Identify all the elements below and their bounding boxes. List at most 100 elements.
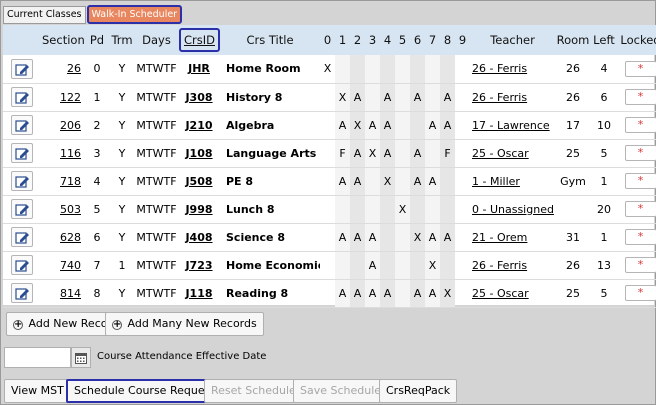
edit-icon	[15, 288, 29, 300]
section-link[interactable]: 740	[41, 251, 85, 280]
edit-icon	[15, 120, 29, 132]
section-link[interactable]: 718	[41, 167, 85, 196]
teacher-link[interactable]: 26 - Ferris	[470, 83, 555, 112]
edit-row-button[interactable]	[11, 283, 33, 303]
col-days[interactable]: Days	[135, 25, 178, 55]
col-room[interactable]: Room	[555, 25, 591, 55]
locked-toggle-button[interactable]: *	[624, 257, 656, 273]
table-row: 628 6 Y MTWTF J408 Science 8 A A A X A A 21 - Orem 31…	[3, 223, 656, 252]
view-mst-button[interactable]: View MST	[4, 379, 71, 403]
section-link[interactable]: 503	[41, 195, 85, 224]
seats-left-value: 13	[591, 251, 617, 280]
period-cell-4: A	[380, 279, 395, 308]
effective-date-input[interactable]	[4, 347, 71, 368]
locked-cell: *	[617, 167, 656, 196]
course-id-link[interactable]: J508	[178, 167, 220, 196]
course-id-link[interactable]: J210	[178, 111, 220, 140]
edit-row-button[interactable]	[11, 255, 33, 275]
locked-toggle-button[interactable]: *	[624, 201, 656, 217]
term-value: 1	[109, 251, 135, 280]
section-link[interactable]: 814	[41, 279, 85, 308]
section-link[interactable]: 206	[41, 111, 85, 140]
days-value: MTWTF	[135, 55, 178, 84]
table-row: 206 2 Y MTWTF J210 Algebra A X A A A A 17 - Lawrence…	[3, 111, 656, 140]
locked-toggle-button[interactable]: *	[624, 173, 656, 189]
edit-row-button[interactable]	[11, 87, 33, 107]
table-body: 26 0 Y MTWTF JHR Home Room X 26 - Ferris 26 4 * 122…	[3, 55, 656, 308]
teacher-link[interactable]: 26 - Ferris	[470, 55, 555, 84]
col-teacher[interactable]: Teacher	[470, 25, 555, 55]
room-value: 26	[555, 251, 591, 280]
col-locked[interactable]: Locked	[617, 25, 656, 55]
col-crsid-label[interactable]: CrsID	[179, 28, 220, 52]
app-frame: Current Classes Walk-In Scheduler Sectio…	[0, 0, 656, 405]
table-row: 116 3 Y MTWTF J108 Language Arts 8 F A X A A F 25 - …	[3, 139, 656, 168]
locked-toggle-button[interactable]: *	[624, 117, 656, 133]
calendar-button[interactable]	[71, 347, 91, 368]
col-p4: 4	[380, 25, 395, 55]
course-id-link[interactable]: JHR	[178, 55, 220, 84]
add-many-records-button[interactable]: + Add Many New Records	[105, 312, 264, 336]
edit-row-button[interactable]	[11, 115, 33, 135]
section-link[interactable]: 26	[41, 55, 85, 84]
course-id-link[interactable]: J998	[178, 195, 220, 224]
section-link[interactable]: 122	[41, 83, 85, 112]
edit-row-button[interactable]	[11, 58, 33, 79]
period-cell-7	[425, 139, 440, 168]
teacher-link[interactable]: 1 - Miller	[470, 167, 555, 196]
period-cell-3	[365, 195, 380, 224]
col-crsid[interactable]: CrsID	[178, 25, 220, 55]
save-schedule-button[interactable]: Save Schedule	[293, 379, 389, 403]
room-value: 25	[555, 139, 591, 168]
teacher-link[interactable]: 0 - Unassigned	[470, 195, 555, 224]
col-trm[interactable]: Trm	[109, 25, 135, 55]
edit-row-button[interactable]	[11, 227, 33, 247]
effective-date-label: Course Attendance Effective Date	[97, 351, 267, 362]
col-section[interactable]: Section	[41, 25, 85, 55]
course-id-link[interactable]: J108	[178, 139, 220, 168]
locked-toggle-button[interactable]: *	[624, 229, 656, 245]
locked-toggle-button[interactable]: *	[624, 60, 656, 77]
room-value: 26	[555, 83, 591, 112]
course-id-link[interactable]: J408	[178, 223, 220, 252]
course-id-link[interactable]: J308	[178, 83, 220, 112]
section-link[interactable]: 628	[41, 223, 85, 252]
locked-toggle-button[interactable]: *	[624, 89, 656, 105]
col-title[interactable]: Crs Title	[220, 25, 320, 55]
tab-walk-in-scheduler[interactable]: Walk-In Scheduler	[86, 5, 183, 24]
period-cell-5	[395, 279, 410, 308]
period-cell-9	[455, 251, 470, 280]
col-pd[interactable]: Pd	[85, 25, 109, 55]
col-left[interactable]: Left	[591, 25, 617, 55]
period-cell-0	[320, 251, 335, 280]
period-cell-9	[455, 195, 470, 224]
period-cell-7: A	[425, 223, 440, 252]
period-cell-6: X	[410, 223, 425, 252]
course-id-link[interactable]: J723	[178, 251, 220, 280]
teacher-link[interactable]: 25 - Oscar	[470, 139, 555, 168]
period-cell-5	[395, 139, 410, 168]
term-value: Y	[109, 55, 135, 84]
section-link[interactable]: 116	[41, 139, 85, 168]
teacher-link[interactable]: 26 - Ferris	[470, 251, 555, 280]
locked-toggle-button[interactable]: *	[624, 145, 656, 161]
period-cell-1	[335, 55, 350, 84]
table-row: 122 1 Y MTWTF J308 History 8 X A A A A 26 - Ferris 2…	[3, 83, 656, 112]
reset-schedule-button[interactable]: Reset Schedule	[204, 379, 303, 403]
teacher-link[interactable]: 17 - Lawrence	[470, 111, 555, 140]
course-id-link[interactable]: J118	[178, 279, 220, 308]
crsreqpack-button[interactable]: CrsReqPack	[379, 379, 458, 403]
locked-cell: *	[617, 223, 656, 252]
edit-row-button[interactable]	[11, 171, 33, 191]
tab-current-classes[interactable]: Current Classes	[3, 6, 86, 24]
days-value: MTWTF	[135, 251, 178, 280]
locked-toggle-button[interactable]: *	[624, 285, 656, 301]
seats-left-value: 1	[591, 167, 617, 196]
edit-row-button[interactable]	[11, 143, 33, 163]
period-cell-4	[380, 195, 395, 224]
period-cell-0	[320, 195, 335, 224]
teacher-link[interactable]: 25 - Oscar	[470, 279, 555, 308]
teacher-link[interactable]: 21 - Orem	[470, 223, 555, 252]
edit-row-button[interactable]	[11, 199, 33, 219]
period-cell-9	[455, 55, 470, 84]
